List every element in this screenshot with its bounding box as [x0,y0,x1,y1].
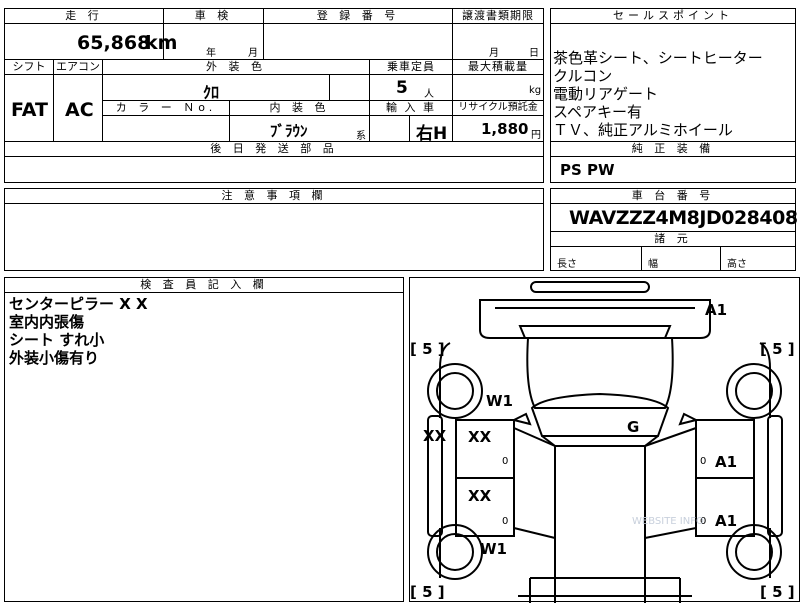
transfer-header: 譲渡書類期限 [452,8,544,24]
shift-value: FAT [11,99,48,121]
interior-color-cell: ﾌﾞﾗｳﾝ 系 [229,115,370,142]
registration-header: 登 録 番 号 [263,8,453,24]
genuine-equipment-value: PS PW [560,161,615,179]
inspector-line-4: 外装小傷有り [9,349,100,367]
registration-cell [263,23,453,60]
capacity-header: 乗車定員 [369,59,453,75]
watermark: WEBSITE INFO [632,516,704,527]
exterior-color-cell: ｸﾛ [102,74,330,102]
dimensions-length-cell: 長さ [550,246,642,271]
exterior-color-header: 外 装 色 [102,59,370,75]
damage-mark-a1-front-bumper: A1 [705,301,728,319]
damage-mark-w1-rear: W1 [480,540,507,558]
interior-color-value: ﾌﾞﾗｳﾝ [270,122,308,140]
transfer-cell: 月 日 [452,23,544,60]
damage-mark-xx-left-pillar: XX [423,427,447,445]
color-no-cell [102,115,230,142]
inspector-line-1: センターピラー X X [9,295,148,313]
recycle-value: 1,880 [481,120,529,138]
dimensions-height-cell: 高さ [720,246,796,271]
inspector-notes-header: 検 査 員 記 入 欄 [4,277,404,293]
inspector-line-3: シート すれ小 [9,331,105,349]
sales-point-5: ＴＶ、純正アルミホイール [553,121,733,139]
inspection-month: 月 [248,48,258,59]
delivery-parts-cell [4,156,544,183]
shift-cell: FAT [4,74,54,142]
interior-color-header: 内 装 色 [229,100,370,116]
mileage-cell: 65,868 km [4,23,177,60]
recycle-header: リサイクル預託金 [452,100,544,116]
damage-mark-a1-right-rear-door: A1 [715,512,738,530]
delivery-parts-header: 後 日 発 送 部 品 [4,141,544,157]
sales-points-cell: 茶色革シート、シートヒーター クルコン 電動リアゲート スペアキー有 ＴＶ、純正… [550,23,796,142]
door-handle-mark: 0 [502,516,508,527]
maxload-cell: kg [452,74,544,101]
aircon-cell: AC [53,74,103,142]
mileage-value: 65,868 [77,32,151,54]
maxload-header: 最大積載量 [452,59,544,75]
aircon-value: AC [65,99,94,121]
import-header: 輸 入 車 [369,100,453,116]
interior-color-suffix: 系 [356,131,366,142]
door-handle-mark: 0 [700,456,706,467]
damage-mark-w1-windshield-left: W1 [486,392,513,410]
shift-header: シフト [4,59,54,75]
tire-rear-left-mark: [ 5 ] [410,583,445,601]
mileage-header: 走 行 [4,8,164,24]
chassis-number-cell: WAVZZZ4M8JD028408 [550,203,798,232]
sales-point-2: クルコン [553,67,613,85]
dimensions-length-label: 長さ [557,259,577,270]
sales-point-4: スペアキー有 [553,103,642,121]
maxload-unit: kg [529,85,542,96]
tire-front-left-mark: [ 5 ] [410,340,445,358]
damage-mark-a1-right-front-door: A1 [715,453,738,471]
genuine-equipment-header: 純 正 装 備 [550,141,796,157]
chassis-number-value: WAVZZZ4M8JD028408 [569,207,798,229]
damage-mark-xx-rear-door: XX [468,487,492,505]
door-handle-mark: 0 [502,456,508,467]
inspection-year: 年 [206,48,216,59]
chassis-number-header: 車 台 番 号 [550,188,796,204]
color-no-header: カ ラ ー Ｎo. [102,100,230,116]
tire-rear-right-mark: [ 5 ] [760,583,795,601]
recycle-cell: 1,880 円 [452,115,544,142]
sales-points-header: セールスポイント [550,8,796,24]
genuine-equipment-cell: PS PW [550,156,796,183]
sales-point-1: 茶色革シート、シートヒーター [553,49,763,67]
inspector-line-2: 室内内張傷 [9,313,85,331]
recycle-unit: 円 [531,130,541,141]
import-cell [369,115,410,142]
exterior-color-extra [329,74,370,101]
damage-mark-g-windshield: G [627,418,640,436]
dimensions-width-label: 幅 [648,259,658,270]
car-diagram: 0 0 0 0 A1 W1 G XX XX A1 XX A1 W1 [ 5 ] … [409,277,800,603]
dimensions-height-label: 高さ [727,259,747,270]
import-value-cell: 右H [409,115,453,144]
inspector-notes-cell: センターピラー X X 室内内張傷 シート すれ小 外装小傷有り [4,292,404,602]
inspection-header: 車 検 [163,8,264,24]
tire-front-right-mark: [ 5 ] [760,340,795,358]
capacity-value: 5 [396,78,408,98]
dimensions-width-cell: 幅 [641,246,721,271]
capacity-unit: 人 [424,89,434,100]
notes-cell [4,203,544,271]
dimensions-header: 諸 元 [550,231,796,247]
capacity-cell: 5 人 [369,74,453,101]
damage-mark-xx-front-door: XX [468,428,492,446]
transfer-day: 日 [529,48,539,59]
inspection-cell: 年 月 [163,23,264,60]
aircon-header: エアコン [53,59,103,75]
sales-point-3: 電動リアゲート [553,85,659,103]
notes-header: 注 意 事 項 欄 [4,188,544,204]
transfer-month: 月 [489,48,499,59]
